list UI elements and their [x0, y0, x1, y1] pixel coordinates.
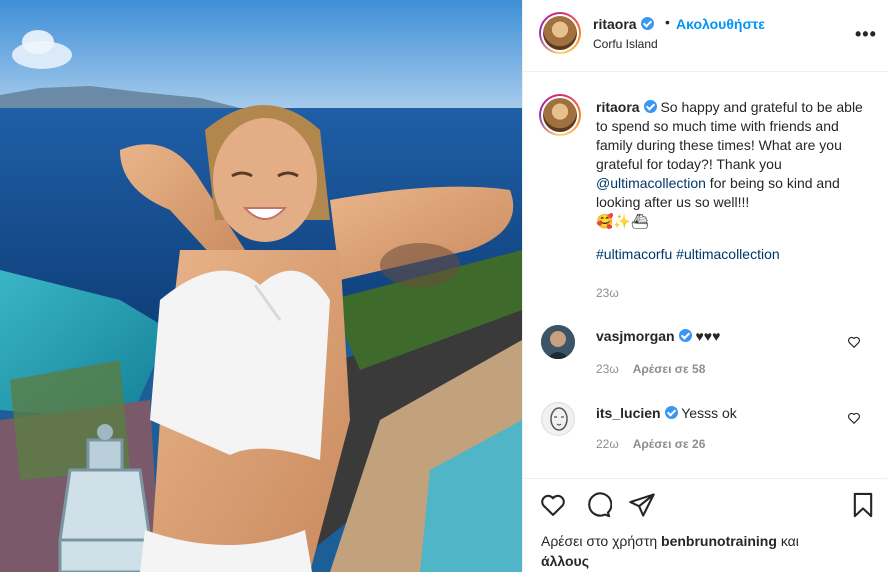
instagram-post-view: ritaora • Ακολουθήστε Corfu Island ••• r…	[0, 0, 887, 572]
post-photo-image	[0, 0, 522, 572]
comment-time[interactable]: 23ω	[596, 362, 619, 376]
post-actions: Αρέσει στο χρήστη benbrunotraining και ά…	[523, 478, 887, 572]
caption-emojis: 🥰✨⛴	[596, 213, 649, 229]
verified-icon	[640, 17, 654, 30]
post-photo[interactable]	[0, 0, 522, 572]
likes-others-link[interactable]: άλλους	[541, 553, 589, 569]
comment-text: Yesss ok	[681, 405, 737, 421]
commenter-avatar[interactable]	[541, 402, 575, 436]
author-avatar[interactable]	[539, 12, 581, 54]
caption-text: ritaora So happy and grateful to be able…	[596, 99, 863, 262]
bookmark-icon[interactable]	[849, 491, 877, 519]
post-location[interactable]: Corfu Island	[593, 37, 658, 51]
post-details-panel: ritaora • Ακολουθήστε Corfu Island ••• r…	[522, 0, 887, 572]
heart-icon[interactable]	[847, 411, 861, 425]
comment-text: ♥♥♥	[695, 328, 721, 344]
verified-icon	[664, 406, 678, 419]
share-icon[interactable]	[628, 491, 656, 519]
verified-icon	[643, 100, 657, 113]
commenter-avatar[interactable]	[541, 325, 575, 359]
comment-likes[interactable]: Αρέσει σε 26	[633, 437, 706, 451]
caption-time[interactable]: 23ω	[596, 286, 619, 300]
hashtag-link[interactable]: #ultimacorfu	[596, 246, 672, 262]
comment-time[interactable]: 22ω	[596, 437, 619, 451]
header-separator: •	[665, 14, 670, 30]
author-username[interactable]: ritaora	[593, 16, 654, 32]
heart-icon[interactable]	[847, 335, 861, 349]
caption-author-avatar[interactable]	[539, 94, 581, 136]
comment-icon[interactable]	[584, 491, 612, 519]
caption-username[interactable]: ritaora	[596, 99, 640, 115]
comment-username[interactable]: vasjmorgan	[596, 328, 675, 344]
heart-icon[interactable]	[539, 491, 567, 519]
follow-button[interactable]: Ακολουθήστε	[676, 16, 765, 32]
comment-username[interactable]: its_lucien	[596, 405, 661, 421]
hashtag-link[interactable]: #ultimacollection	[676, 246, 780, 262]
verified-icon	[678, 329, 692, 342]
likes-summary: Αρέσει στο χρήστη benbrunotraining και ά…	[541, 533, 799, 569]
mention-link[interactable]: @ultimacollection	[596, 175, 706, 191]
more-icon[interactable]: •••	[855, 24, 877, 45]
post-header: ritaora • Ακολουθήστε Corfu Island •••	[523, 0, 887, 72]
liker-username[interactable]: benbrunotraining	[661, 533, 777, 549]
comment-likes[interactable]: Αρέσει σε 58	[633, 362, 706, 376]
